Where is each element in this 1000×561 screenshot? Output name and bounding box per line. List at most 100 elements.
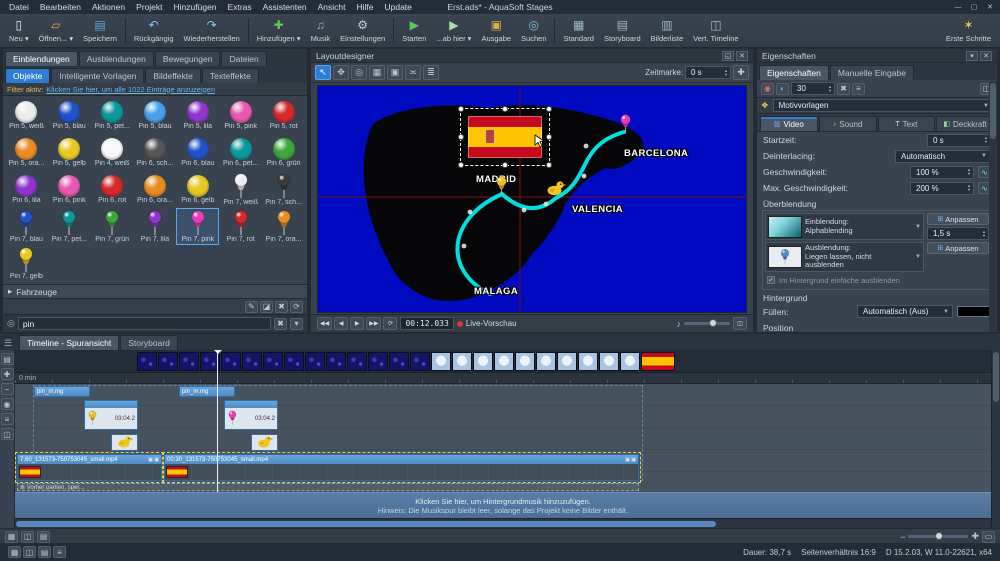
view-icon[interactable]: ◪ xyxy=(260,301,273,313)
selection-handle[interactable] xyxy=(458,106,464,112)
section-fahrzeuge[interactable]: ▸ Fahrzeuge xyxy=(3,284,307,299)
filmstrip-thumbnail-flag[interactable] xyxy=(641,352,675,371)
toolbar-redo[interactable]: ↷Wiederherstellen xyxy=(178,15,244,46)
filmstrip-thumbnail-dark[interactable] xyxy=(305,352,325,371)
pin-item[interactable]: Pin 5, rot xyxy=(262,97,305,134)
geschwindigkeit-spinner[interactable]: 100 % ▲▼ xyxy=(910,166,974,179)
clip-video[interactable]: 7,60_131573-750753045_small.mp4▣ ▣ xyxy=(17,454,162,481)
tab-einblendungen[interactable]: Einblendungen xyxy=(5,51,78,66)
step-forward-icon[interactable]: ▶▶ xyxy=(366,317,381,330)
volume-icon[interactable]: ♪ xyxy=(677,319,682,329)
toolbar-vertical-timeline[interactable]: ◫Vert. Timeline xyxy=(688,15,743,46)
timeline-menu-icon[interactable]: ☰ xyxy=(4,338,18,349)
toolbar-play-from-here[interactable]: ▶...ab hier ▾ xyxy=(431,15,476,46)
expand-icon[interactable]: ◫ xyxy=(1,428,14,440)
grid-tool-icon[interactable]: ▦ xyxy=(369,65,385,80)
selection-handle[interactable] xyxy=(502,106,508,112)
background-fade-checkbox[interactable]: ✔ xyxy=(767,276,775,284)
tab-intelligente-vorlagen[interactable]: Intelligente Vorlagen xyxy=(51,68,144,83)
tab-dateien[interactable]: Dateien xyxy=(221,51,266,66)
properties-scrollbar[interactable] xyxy=(989,81,997,332)
clip-video[interactable]: 00:30_131573-750753045_small.mp4▣ ▣ xyxy=(164,454,639,481)
tab-manuelle-eingabe[interactable]: Manuelle Eingabe xyxy=(830,65,914,80)
tab-texteffekte[interactable]: Texteffekte xyxy=(202,68,259,83)
filmstrip-thumbnail-map[interactable] xyxy=(473,352,493,371)
motif-templates-dropdown[interactable]: Motivvorlagen ▼ xyxy=(773,99,993,112)
pin-item[interactable]: Pin 6, pet... xyxy=(219,134,262,171)
statusbar-menu-icon[interactable]: ≡ xyxy=(53,546,66,558)
pin-item[interactable]: Pin 6, gelb xyxy=(176,171,219,208)
pin-item[interactable]: Pin 7, grün xyxy=(91,208,134,245)
menu-item-assistenten[interactable]: Assistenten xyxy=(258,2,312,12)
menu-item-bearbeiten[interactable]: Bearbeiten xyxy=(35,2,86,12)
visibility-icon[interactable]: ◐ xyxy=(776,83,789,95)
undock-icon[interactable]: ◱ xyxy=(722,51,734,61)
pin-item[interactable]: Pin 6, sch... xyxy=(134,134,177,171)
filmstrip-thumbnail-dark[interactable] xyxy=(179,352,199,371)
edit-icon[interactable]: ✎ xyxy=(245,301,258,313)
filmstrip-thumbnail-dark[interactable] xyxy=(284,352,304,371)
filmstrip-thumbnail-dark[interactable] xyxy=(347,352,367,371)
zoom-in-icon[interactable]: ✚ xyxy=(971,531,979,542)
toolbar-settings[interactable]: ⚙Einstellungen xyxy=(335,15,390,46)
play-icon[interactable]: ▶ xyxy=(350,317,364,330)
zoom-grid-icon[interactable]: ▦ xyxy=(5,531,18,543)
toolbar-layout-standard[interactable]: ▦Standard xyxy=(558,15,598,46)
filmstrip-thumbnail-map[interactable] xyxy=(431,352,451,371)
live-preview[interactable]: Live-Vorschau xyxy=(457,319,517,328)
filmstrip-thumbnail-map[interactable] xyxy=(599,352,619,371)
filter-link[interactable]: Klicken Sie hier, um alle 1022 Einträge … xyxy=(46,85,215,94)
toolbar-add[interactable]: ✚Hinzufügen ▾ xyxy=(252,15,306,46)
menu-item-ansicht[interactable]: Ansicht xyxy=(313,2,351,12)
maximize-icon[interactable]: ▢ xyxy=(968,2,980,12)
city-label[interactable]: VALENCIA xyxy=(572,204,623,215)
pin-item[interactable]: Pin 7, blau xyxy=(5,208,48,245)
zoom-out-icon[interactable]: − xyxy=(900,532,905,542)
pin-item[interactable]: Pin 6, blau xyxy=(176,134,219,171)
statusbar-columns-icon[interactable]: ◫ xyxy=(23,546,36,558)
pushpin-icon[interactable] xyxy=(494,176,509,198)
clip[interactable] xyxy=(251,434,278,451)
filmstrip-thumbnail-map[interactable] xyxy=(494,352,514,371)
filmstrip-thumbnail-dark[interactable] xyxy=(389,352,409,371)
city-label[interactable]: BARCELONA xyxy=(624,148,688,159)
playhead[interactable] xyxy=(217,350,218,492)
subtab-deckkraft[interactable]: ◧Deckkraft xyxy=(936,116,994,131)
filmstrip-thumbnail-map[interactable] xyxy=(620,352,640,371)
startzeit-spinner[interactable]: 0 s ▲▼ xyxy=(927,134,991,147)
keyframe-icon[interactable]: ◉ xyxy=(761,83,774,95)
pin-item[interactable]: Pin 7, pink xyxy=(176,208,219,245)
toolbar-open[interactable]: ▱Öffnen... ▾ xyxy=(34,15,78,46)
selection-handle[interactable] xyxy=(546,162,552,168)
timeline-ruler[interactable]: 0 min xyxy=(15,373,991,384)
filmstrip-thumbnail-dark[interactable] xyxy=(158,352,178,371)
pin-item[interactable]: Pin 6, grün xyxy=(262,134,305,171)
pin-item[interactable]: Pin 5, ora... xyxy=(5,134,48,171)
pin-item[interactable]: Pin 7, rot xyxy=(219,208,262,245)
pin-item[interactable]: Pin 5, pet... xyxy=(91,97,134,134)
clip[interactable]: 03:04.2 xyxy=(84,400,138,430)
filmstrip-thumbnail-dark[interactable] xyxy=(137,352,157,371)
search-input[interactable]: pin xyxy=(18,317,271,330)
einblendung-duration-spinner[interactable]: 1,5 s ▲▼ xyxy=(927,227,989,240)
clear-icon[interactable]: ✖ xyxy=(837,83,850,95)
subtab-video[interactable]: ▥Video xyxy=(760,116,818,131)
skip-start-icon[interactable]: ◀◀ xyxy=(317,317,332,330)
clip[interactable]: 03:04.2 xyxy=(224,400,278,430)
filmstrip-thumbnail-dark[interactable] xyxy=(326,352,346,371)
refresh-icon[interactable]: ⟳ xyxy=(290,301,303,313)
clip[interactable]: pin_m.mg xyxy=(34,386,90,397)
menu-item-aktionen[interactable]: Aktionen xyxy=(87,2,130,12)
pin-item[interactable]: Pin 6, lila xyxy=(5,171,48,208)
zoom-tool-icon[interactable]: ◎ xyxy=(351,65,367,80)
clip-note[interactable]: ≣ Vorher partien, sper... xyxy=(17,483,639,491)
pin-item[interactable]: Pin 6, pink xyxy=(48,171,91,208)
close-icon[interactable]: ✕ xyxy=(984,2,996,12)
subtab-text[interactable]: TText xyxy=(878,116,936,131)
pin-item[interactable]: Pin 7, weiß xyxy=(219,171,262,208)
loop-icon[interactable]: ⟳ xyxy=(383,317,397,330)
toolbar-new-file[interactable]: ▯Neu ▾ xyxy=(4,15,34,46)
toolbar-image-list[interactable]: ▥Bilderliste xyxy=(646,15,689,46)
toolbar-output[interactable]: ▣Ausgabe xyxy=(476,15,516,46)
filmstrip-thumbnail-dark[interactable] xyxy=(263,352,283,371)
